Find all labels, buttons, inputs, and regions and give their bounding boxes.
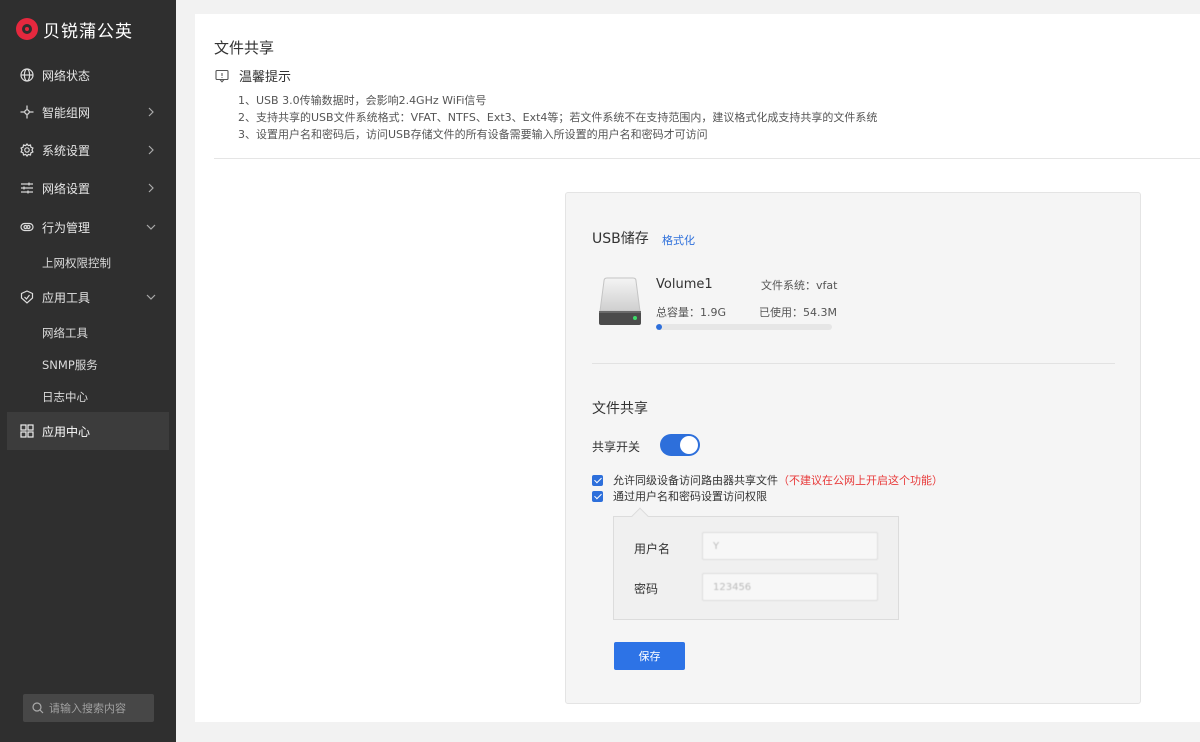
main-content: 文件共享 温馨提示 1、USB 3.0传输数据时，会影响2.4GHz WiFi信… [195, 14, 1200, 722]
allow-peer-row: 允许同级设备访问路由器共享文件 （不建议在公网上开启这个功能） [592, 472, 943, 488]
tip-line: 2、支持共享的USB文件系统格式：VFAT、NTFS、Ext3、Ext4等；若文… [238, 111, 878, 124]
globe-icon [20, 68, 34, 82]
volume-name: Volume1 [656, 277, 713, 292]
file-share-title: 文件共享 [592, 401, 648, 417]
apps-icon [20, 424, 34, 438]
tip-header: 温馨提示 [215, 66, 291, 85]
divider [214, 158, 1200, 159]
usb-storage-title: USB储存 [592, 231, 649, 247]
tip-title: 温馨提示 [239, 70, 292, 85]
chevron-right-icon [148, 183, 154, 193]
auth-checkbox[interactable] [592, 490, 603, 502]
sidebar-item-label: 应用工具 [42, 290, 91, 305]
share-switch-label: 共享开关 [592, 440, 641, 454]
sidebar: 贝锐蒲公英 网络状态 智能组网 系统设置 网络设置 行为管理 上网权限控制 应用… [0, 0, 176, 742]
sidebar-item-system-settings[interactable]: 系统设置 [0, 131, 176, 169]
sliders-icon [20, 181, 34, 195]
chevron-down-icon [146, 224, 156, 230]
save-button[interactable]: 保存 [614, 642, 685, 670]
sidebar-item-app-tools[interactable]: 应用工具 [0, 278, 176, 316]
tip-line: 1、USB 3.0传输数据时，会影响2.4GHz WiFi信号 [238, 94, 487, 107]
sidebar-subitem-network-tools[interactable]: 网络工具 [42, 325, 88, 341]
usage-progress-bar [656, 324, 832, 330]
sidebar-item-label: 应用中心 [42, 424, 91, 439]
brand[interactable]: 贝锐蒲公英 [16, 17, 133, 42]
sidebar-item-smart-network[interactable]: 智能组网 [0, 93, 176, 131]
divider [592, 363, 1115, 364]
tip-line: 3、设置用户名和密码后，访问USB存储文件的所有设备需要输入所设置的用户名和密码… [238, 128, 708, 141]
gear-icon [20, 143, 34, 157]
username-field[interactable]: Y [702, 532, 878, 560]
hard-disk-icon [599, 277, 641, 325]
auth-row: 通过用户名和密码设置访问权限 [592, 488, 767, 504]
search-icon [32, 702, 44, 714]
sidebar-subitem-log-center[interactable]: 日志中心 [42, 389, 88, 405]
sidebar-item-behavior-management[interactable]: 行为管理 [0, 208, 176, 246]
sidebar-item-label: 系统设置 [42, 143, 91, 158]
usage-progress-fill [656, 324, 663, 330]
info-icon [215, 69, 229, 83]
search-placeholder: 请输入搜索内容 [49, 702, 126, 715]
sidebar-item-label: 智能组网 [42, 105, 91, 120]
sidebar-item-label: 行为管理 [42, 220, 91, 235]
volume-filesystem: 文件系统：vfat [761, 279, 838, 292]
credentials-box: 用户名 Y 密码 123456 [613, 516, 899, 620]
sidebar-item-label: 网络状态 [42, 68, 91, 83]
sidebar-item-label: 网络设置 [42, 181, 91, 196]
search-input[interactable]: 请输入搜索内容 [23, 694, 154, 722]
sidebar-item-app-center[interactable]: 应用中心 [7, 412, 169, 450]
volume-used: 已使用：54.3M [759, 306, 837, 319]
toggle-knob [680, 436, 698, 454]
sidebar-subitem-snmp[interactable]: SNMP服务 [42, 357, 98, 373]
allow-peer-checkbox[interactable] [592, 474, 603, 486]
sidebar-subitem-access-control[interactable]: 上网权限控制 [42, 255, 111, 271]
network-icon [20, 105, 34, 119]
behavior-icon [20, 220, 34, 234]
allow-peer-label: 允许同级设备访问路由器共享文件 [613, 474, 778, 487]
usb-share-panel: USB储存 格式化 Volume1 文件系统：vfat 总容量：1.9G 已使用… [565, 192, 1141, 704]
page-title: 文件共享 [214, 39, 275, 57]
auth-label: 通过用户名和密码设置访问权限 [613, 490, 767, 503]
username-label: 用户名 [634, 542, 671, 556]
password-label: 密码 [634, 582, 659, 596]
sidebar-item-network-status[interactable]: 网络状态 [0, 56, 176, 94]
allow-peer-warning: （不建议在公网上开启这个功能） [778, 474, 943, 487]
format-link[interactable]: 格式化 [662, 232, 695, 248]
chevron-right-icon [148, 107, 154, 117]
sidebar-item-network-settings[interactable]: 网络设置 [0, 169, 176, 207]
share-toggle[interactable] [660, 434, 700, 456]
chevron-down-icon [146, 294, 156, 300]
chevron-right-icon [148, 145, 154, 155]
password-field[interactable]: 123456 [702, 573, 878, 601]
shield-icon [20, 290, 34, 304]
brand-logo-icon [16, 18, 38, 40]
brand-name: 贝锐蒲公英 [43, 21, 133, 42]
volume-total: 总容量：1.9G [656, 306, 727, 319]
